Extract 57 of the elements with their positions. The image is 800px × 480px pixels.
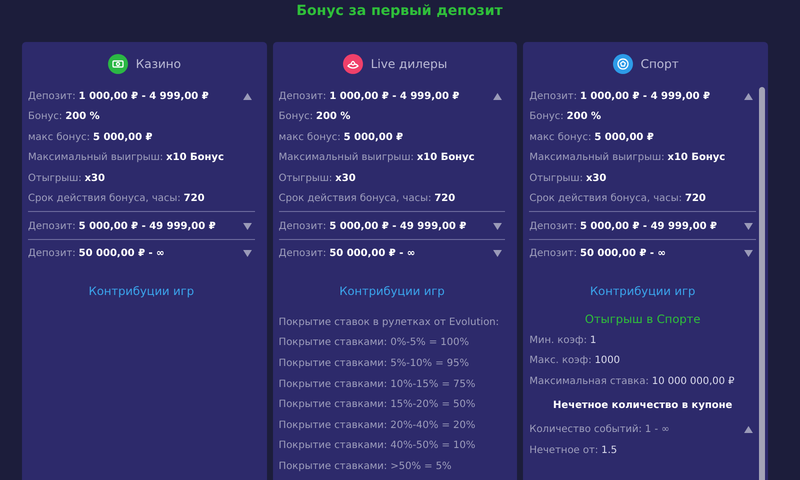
- bonus-detail: Бонус: 200 %: [529, 111, 602, 122]
- caret-down-icon[interactable]: [242, 250, 252, 258]
- events-tier-label[interactable]: Количество событий: 1 - ∞: [529, 424, 670, 436]
- bonus-detail: Отыгрыш: x30: [278, 172, 356, 184]
- contribution-line: Покрытие ставками: 0%-5% = 100%: [278, 337, 470, 348]
- deposit-tier-label[interactable]: Депозит: 50 000,00 ₽ - ∞: [28, 248, 165, 260]
- bonus-detail: макс бонус: 5 000,00 ₽: [28, 132, 152, 143]
- deposit-tier-label[interactable]: Депозит: 50 000,00 ₽ - ∞: [529, 248, 666, 260]
- category-name: Казино: [136, 57, 181, 71]
- deposit-tier-label[interactable]: Депозит: 1 000,00 ₽ - 4 999,00 ₽: [529, 90, 710, 102]
- caret-up-icon[interactable]: [744, 426, 754, 434]
- contribution-line: Покрытие ставками: 15%-20% = 50%: [278, 399, 476, 410]
- contribution-line: Покрытие ставок в рулетках от Evolution:: [278, 316, 500, 328]
- sport-detail: Мин. коэф: 1: [529, 334, 596, 346]
- deposit-tier-label[interactable]: Депозит: 1 000,00 ₽ - 4 999,00 ₽: [278, 90, 460, 102]
- coupon-heading: Нечетное количество в купоне: [552, 398, 734, 412]
- bonus-detail: макс бонус: 5 000,00 ₽: [278, 132, 404, 143]
- deposit-tier-label[interactable]: Депозит: 5 000,00 ₽ - 49 999,00 ₽: [278, 220, 466, 232]
- caret-up-icon[interactable]: [493, 92, 502, 100]
- contributions-link[interactable]: Контрибуции игр: [278, 284, 506, 298]
- bonus-detail: Максимальный выигрыш: x10 Бонус: [28, 152, 224, 164]
- contributions-link[interactable]: Контрибуции игр: [529, 284, 756, 298]
- caret-up-icon[interactable]: [744, 92, 754, 100]
- bonus-detail: Максимальный выигрыш: x10 Бонус: [278, 152, 475, 164]
- category-name: Спорт: [640, 57, 679, 71]
- deposit-tier-label[interactable]: Депозит: 1 000,00 ₽ - 4 999,00 ₽: [28, 90, 209, 102]
- bonus-detail: Бонус: 200 %: [278, 111, 350, 122]
- contributions-link[interactable]: Контрибуции игр: [28, 284, 255, 298]
- caret-down-icon[interactable]: [744, 250, 754, 258]
- deposit-tier-label[interactable]: Депозит: 50 000,00 ₽ - ∞: [278, 248, 416, 260]
- bonus-detail: макс бонус: 5 000,00 ₽: [529, 132, 654, 143]
- contribution-line: Покрытие ставками: 5%-10% = 95%: [278, 358, 470, 369]
- sport-detail: Макс. коэф: 1000: [529, 355, 620, 366]
- sport-detail: Максимальная ставка: 10 000 000,00 ₽: [529, 376, 735, 387]
- contribution-line: Покрытие ставками: >50% = 5%: [278, 460, 452, 472]
- caret-down-icon[interactable]: [493, 222, 502, 230]
- bonus-detail: Срок действия бонуса, часы: 720: [278, 193, 456, 204]
- scrollbar[interactable]: [759, 87, 766, 480]
- category-name: Live дилеры: [370, 57, 448, 71]
- bonus-detail: Бонус: 200 %: [28, 111, 100, 122]
- contribution-line: Покрытие ставками: 40%-50% = 10%: [278, 440, 476, 452]
- page-title: Бонус за первый депозит: [295, 2, 504, 21]
- bonus-detail: Срок действия бонуса, часы: 720: [28, 193, 205, 204]
- bonus-detail: Максимальный выигрыш: x10 Бонус: [529, 152, 726, 164]
- contribution-line: Покрытие ставками: 20%-40% = 20%: [278, 420, 476, 431]
- caret-down-icon[interactable]: [493, 250, 502, 258]
- bonus-detail: Отыгрыш: x30: [28, 172, 105, 184]
- sport-detail: Нечетное от: 1.5: [529, 444, 618, 456]
- sport-wager-heading: Отыгрыш в Спорте: [584, 312, 702, 326]
- contribution-line: Покрытие ставками: 10%-15% = 75%: [278, 378, 476, 390]
- caret-down-icon[interactable]: [242, 222, 252, 230]
- deposit-tier-label[interactable]: Депозит: 5 000,00 ₽ - 49 999,00 ₽: [529, 220, 717, 232]
- caret-down-icon[interactable]: [744, 222, 754, 230]
- deposit-tier-label[interactable]: Депозит: 5 000,00 ₽ - 49 999,00 ₽: [28, 220, 216, 232]
- caret-up-icon[interactable]: [242, 92, 252, 100]
- bonus-detail: Отыгрыш: x30: [529, 172, 606, 184]
- bonus-detail: Срок действия бонуса, часы: 720: [529, 193, 706, 204]
